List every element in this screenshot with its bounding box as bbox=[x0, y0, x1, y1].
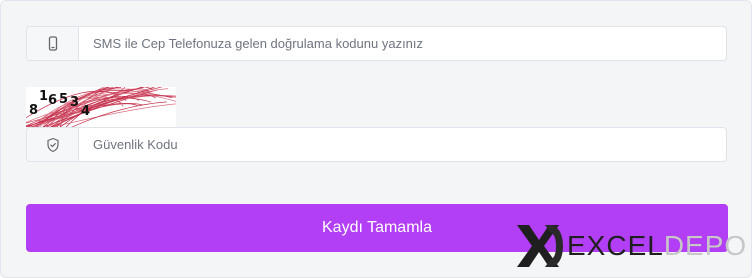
logo-depo-text: DEPO bbox=[663, 230, 748, 261]
security-code-input[interactable] bbox=[79, 128, 726, 161]
excel-depo-mark-icon bbox=[517, 225, 563, 267]
captcha-digit: 3 bbox=[70, 95, 80, 110]
excel-depo-logo: EXCELDEPO bbox=[515, 223, 747, 269]
captcha-digit: 6 bbox=[48, 93, 58, 108]
shield-check-icon bbox=[27, 128, 79, 161]
mobile-phone-icon bbox=[27, 27, 79, 60]
captcha-digit: 8 bbox=[29, 103, 39, 118]
captcha-digit: 5 bbox=[59, 92, 69, 107]
security-code-group bbox=[26, 127, 727, 162]
sms-code-group bbox=[26, 26, 727, 61]
captcha-digit: 4 bbox=[81, 104, 91, 119]
captcha-digit: 1 bbox=[39, 89, 49, 104]
logo-excel-text: EXCEL bbox=[567, 230, 664, 261]
captcha-image: 8 1 6 5 3 4 bbox=[26, 87, 176, 127]
sms-code-input[interactable] bbox=[79, 27, 726, 60]
